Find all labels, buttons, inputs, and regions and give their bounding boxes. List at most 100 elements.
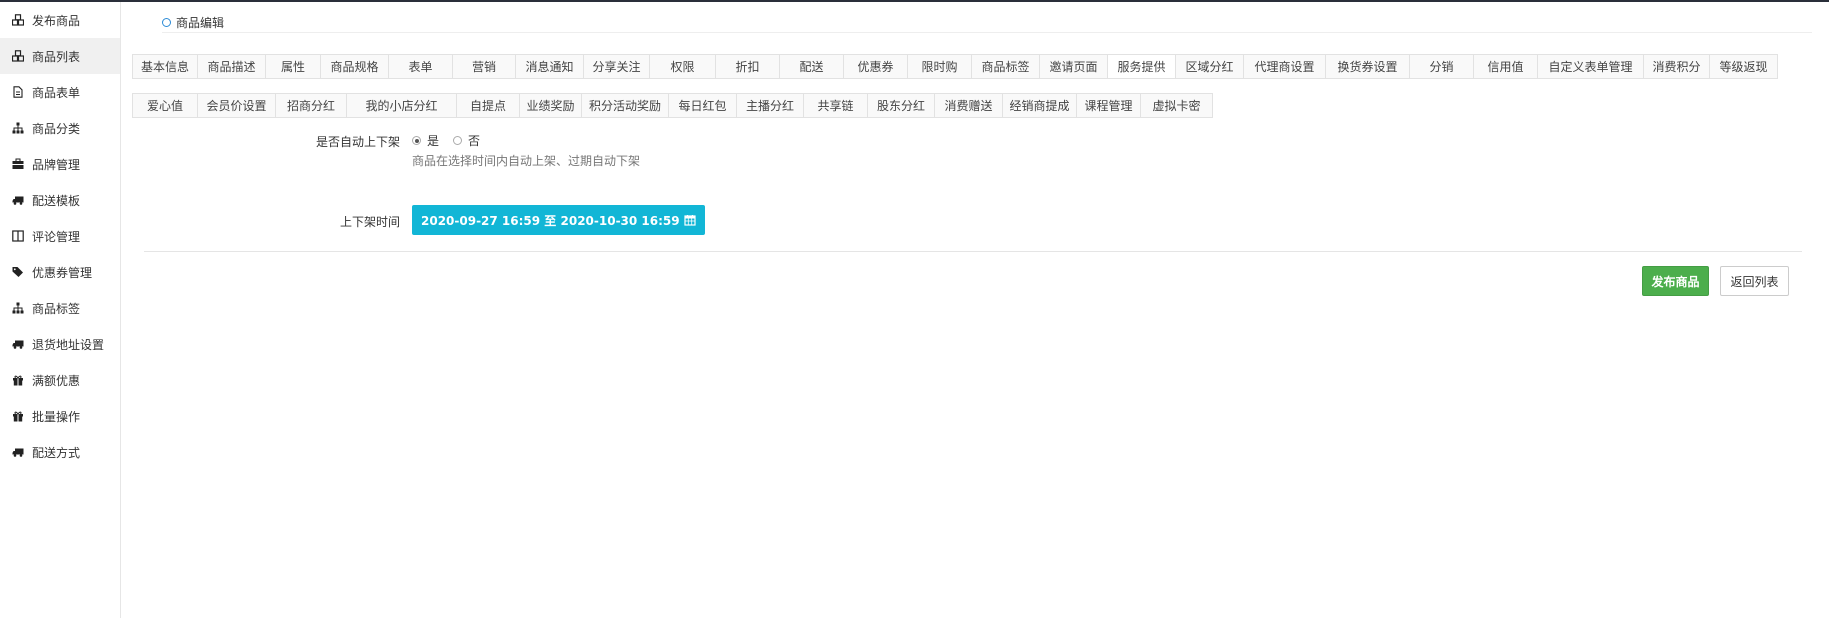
tab[interactable]: 属性 xyxy=(266,54,321,79)
sidebar-item-label: 退货地址设置 xyxy=(32,337,105,352)
tab[interactable]: 商品描述 xyxy=(198,54,266,79)
auto-shelf-yes-label: 是 xyxy=(427,134,440,148)
tab[interactable]: 换货券设置 xyxy=(1326,54,1410,79)
tab[interactable]: 折扣 xyxy=(716,54,780,79)
auto-shelf-control: 是 否 商品在选择时间内自动上架、过期自动下架 xyxy=(412,133,640,169)
publish-button[interactable]: 发布商品 xyxy=(1642,266,1709,296)
tab[interactable]: 共享链 xyxy=(804,93,868,118)
shelf-time-label: 上下架时间 xyxy=(339,215,400,229)
back-to-list-button[interactable]: 返回列表 xyxy=(1720,266,1789,296)
form-divider xyxy=(144,251,1802,252)
gift-icon xyxy=(12,410,24,422)
truck-icon xyxy=(12,446,24,458)
tab[interactable]: 分享关注 xyxy=(584,54,650,79)
sitemap-icon xyxy=(12,122,24,134)
tab[interactable]: 优惠券 xyxy=(844,54,908,79)
tab[interactable]: 消费赠送 xyxy=(935,93,1003,118)
tab[interactable]: 服务提供 xyxy=(1108,54,1176,79)
tab[interactable]: 爱心值 xyxy=(132,93,198,118)
tab[interactable]: 经销商提成 xyxy=(1003,93,1077,118)
tab[interactable]: 商品标签 xyxy=(972,54,1040,79)
tab[interactable]: 招商分红 xyxy=(276,93,347,118)
sidebar-item-label: 满额优惠 xyxy=(32,373,81,388)
truck-icon xyxy=(12,194,24,206)
sidebar-item-label: 批量操作 xyxy=(32,409,81,424)
tab-row-1: 基本信息 商品描述 属性 商品规格 表单 营销 消息通知 分享关注 权限 折扣 配送 优惠券 限时购 商品… xyxy=(132,54,1822,79)
sidebar-item-label: 商品表单 xyxy=(32,85,81,100)
tab[interactable]: 课程管理 xyxy=(1077,93,1141,118)
tab[interactable]: 主播分红 xyxy=(737,93,804,118)
tab[interactable]: 消费积分 xyxy=(1644,54,1710,79)
sidebar-item-label: 品牌管理 xyxy=(32,157,81,172)
tab[interactable]: 每日红包 xyxy=(669,93,737,118)
sidebar-item[interactable]: 批量操作 xyxy=(0,398,120,434)
tab[interactable]: 区域分红 xyxy=(1176,54,1244,79)
cubes-icon xyxy=(12,14,24,26)
tab[interactable]: 等级返现 xyxy=(1710,54,1778,79)
auto-shelf-label: 是否自动上下架 xyxy=(315,135,400,149)
circle-icon xyxy=(162,17,171,27)
sidebar-item-label: 配送方式 xyxy=(32,445,81,460)
auto-shelf-no-label: 否 xyxy=(468,134,481,148)
sidebar-item[interactable]: 退货地址设置 xyxy=(0,326,120,362)
sidebar-item-label: 商品列表 xyxy=(32,49,81,64)
tab[interactable]: 配送 xyxy=(780,54,844,79)
briefcase-icon xyxy=(12,158,24,170)
tab[interactable]: 消息通知 xyxy=(516,54,584,79)
sidebar-item-label: 配送模板 xyxy=(32,193,81,208)
auto-shelf-row: 是否自动上下架 是 否 商品在选择时间内自动上架、过期自动下架 xyxy=(122,133,640,169)
sidebar-item[interactable]: 满额优惠 xyxy=(0,362,120,398)
cubes-icon xyxy=(12,50,24,62)
auto-shelf-no-radio[interactable]: 否 xyxy=(453,132,480,149)
tags-icon xyxy=(12,266,24,278)
sidebar-item[interactable]: 评论管理 xyxy=(0,218,120,254)
sidebar: 发布商品商品列表商品表单商品分类品牌管理配送模板评论管理优惠券管理商品标签退货地… xyxy=(0,2,121,618)
tab[interactable]: 商品规格 xyxy=(321,54,389,79)
sidebar-item-label: 商品标签 xyxy=(32,301,81,316)
tab[interactable]: 会员价设置 xyxy=(198,93,276,118)
sidebar-item-label: 发布商品 xyxy=(32,13,81,28)
sitemap-icon xyxy=(12,302,24,314)
gift-icon xyxy=(12,374,24,386)
tab[interactable]: 自定义表单管理 xyxy=(1538,54,1644,79)
shelf-time-picker[interactable]: 2020-09-27 16:59 至 2020-10-30 16:59 xyxy=(412,205,705,235)
sidebar-item-label: 商品分类 xyxy=(32,121,81,136)
sidebar-item[interactable]: 商品列表 xyxy=(0,38,120,74)
sidebar-item[interactable]: 品牌管理 xyxy=(0,146,120,182)
page-header: 商品编辑 xyxy=(162,12,1812,33)
tab-row-2: 爱心值 会员价设置 招商分红 我的小店分红 自提点 业绩奖励 积分活动奖励 每日红包 主播分红共… xyxy=(132,93,1822,118)
sidebar-item[interactable]: 商品分类 xyxy=(0,110,120,146)
sidebar-item[interactable]: 发布商品 xyxy=(0,2,120,38)
columns-icon xyxy=(12,230,24,242)
tab[interactable]: 基本信息 xyxy=(132,54,198,79)
tab[interactable]: 自提点 xyxy=(457,93,520,118)
page-title: 商品编辑 xyxy=(176,15,225,30)
tab[interactable]: 股东分红 xyxy=(868,93,935,118)
tab[interactable]: 营销 xyxy=(453,54,516,79)
tab[interactable]: 限时购 xyxy=(908,54,972,79)
tab[interactable]: 积分活动奖励 xyxy=(582,93,669,118)
calendar-icon xyxy=(684,214,696,226)
tab[interactable]: 虚拟卡密 xyxy=(1141,93,1213,118)
tab[interactable]: 表单 xyxy=(389,54,453,79)
tab[interactable]: 邀请页面 xyxy=(1040,54,1108,79)
auto-shelf-yes-radio[interactable]: 是 xyxy=(412,132,439,149)
tab[interactable]: 代理商设置 xyxy=(1244,54,1326,79)
sidebar-item[interactable]: 商品标签 xyxy=(0,290,120,326)
shelf-time-value: 2020-09-27 16:59 至 2020-10-30 16:59 xyxy=(421,213,680,228)
sidebar-item[interactable]: 商品表单 xyxy=(0,74,120,110)
sidebar-item[interactable]: 优惠券管理 xyxy=(0,254,120,290)
tab[interactable]: 我的小店分红 xyxy=(347,93,457,118)
sidebar-item[interactable]: 配送模板 xyxy=(0,182,120,218)
tab[interactable]: 分销 xyxy=(1410,54,1474,79)
radio-checked-icon xyxy=(412,136,421,145)
file-icon xyxy=(12,86,24,98)
truck-icon xyxy=(12,338,24,350)
shelf-time-row: 上下架时间 2020-09-27 16:59 至 2020-10-30 16:5… xyxy=(122,205,705,235)
tab[interactable]: 业绩奖励 xyxy=(520,93,582,118)
tab[interactable]: 信用值 xyxy=(1474,54,1538,79)
sidebar-item[interactable]: 配送方式 xyxy=(0,434,120,470)
tab[interactable]: 权限 xyxy=(650,54,716,79)
sidebar-item-label: 优惠券管理 xyxy=(32,265,93,280)
main-content: 商品编辑 基本信息 商品描述 属性 商品规格 表单 营销 消息通知 分享关注 权限 折扣 配送 优惠券… xyxy=(122,2,1829,618)
